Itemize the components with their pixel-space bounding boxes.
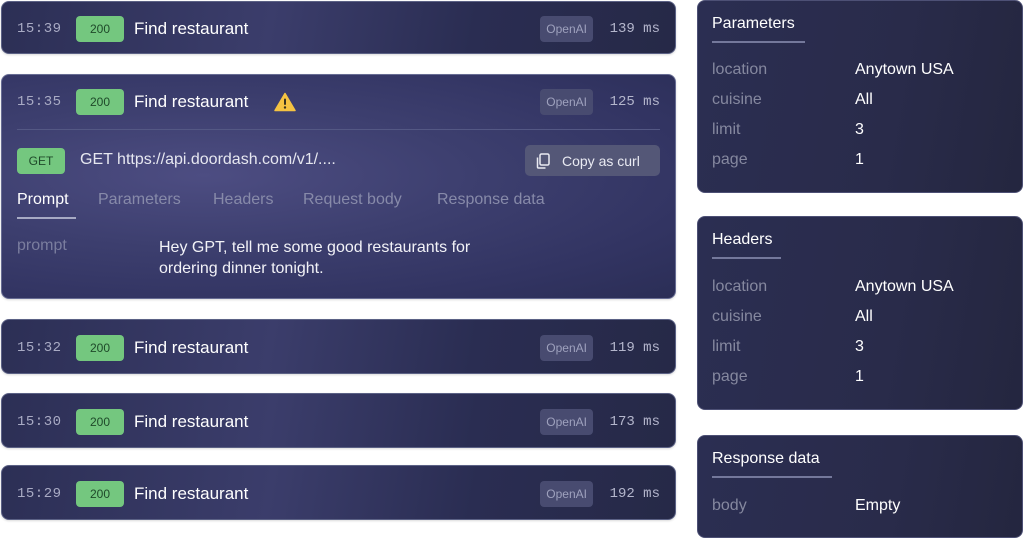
prompt-value: Hey GPT, tell me some good restaurants f… — [159, 239, 471, 277]
warning-triangle-icon — [274, 92, 296, 112]
tab-response-data[interactable]: Response data — [437, 191, 545, 209]
param-key: limit — [712, 121, 741, 138]
provider-badge: OpenAI — [540, 15, 593, 42]
header-value: 1 — [855, 368, 864, 385]
panel-title: Headers — [712, 231, 773, 248]
param-value: 3 — [855, 121, 864, 138]
panel-title-underline — [712, 257, 781, 259]
request-title: Find restaurant — [134, 92, 249, 111]
panel-title-underline — [712, 41, 805, 43]
tab-headers[interactable]: Headers — [213, 191, 273, 209]
status-badge: 200 — [76, 334, 124, 361]
provider-badge: OpenAI — [540, 408, 593, 435]
param-key: cuisine — [712, 91, 762, 108]
request-latency: 139 ms — [609, 20, 660, 37]
response-key: body — [712, 497, 747, 514]
request-title: Find restaurant — [134, 483, 249, 503]
tab-prompt[interactable]: Prompt — [17, 191, 69, 209]
panel-title: Parameters — [712, 15, 795, 32]
request-row[interactable]: 15:29 200 Find restaurant OpenAI 192 ms — [1, 465, 676, 520]
request-title: Find restaurant — [134, 411, 249, 431]
param-key: location — [712, 61, 768, 78]
request-title: Find restaurant — [134, 337, 249, 357]
request-latency: 119 ms — [609, 339, 660, 356]
status-badge: 200 — [76, 15, 124, 42]
request-url: GET https://api.doordash.com/v1/.... — [80, 151, 336, 168]
header-key: page — [712, 368, 748, 385]
panel-title-underline — [712, 476, 832, 478]
status-badge: 200 — [76, 89, 124, 115]
request-time: 15:39 — [17, 20, 62, 37]
request-latency: 125 ms — [609, 94, 660, 110]
provider-badge: OpenAI — [540, 334, 593, 361]
headers-panel: Headers location Anytown USA cuisine All… — [697, 216, 1023, 410]
header-key: cuisine — [712, 308, 762, 325]
provider-badge: OpenAI — [540, 89, 593, 115]
request-row[interactable]: 15:32 200 Find restaurant OpenAI 119 ms — [1, 319, 676, 374]
tab-request-body[interactable]: Request body — [303, 191, 402, 209]
param-value: All — [855, 91, 873, 108]
prompt-key: prompt — [17, 237, 67, 254]
param-value: 1 — [855, 151, 864, 168]
request-latency: 192 ms — [609, 485, 660, 502]
header-key: limit — [712, 338, 741, 355]
divider — [17, 129, 660, 130]
request-row[interactable]: 15:39 200 Find restaurant OpenAI 139 ms — [1, 1, 676, 54]
provider-badge: OpenAI — [540, 480, 593, 507]
header-value: All — [855, 308, 873, 325]
request-row-header[interactable]: 15:35 200 Find restaurant OpenAI 125 ms — [2, 75, 675, 129]
request-time: 15:29 — [17, 485, 62, 502]
copy-as-curl-button[interactable]: Copy as curl — [525, 145, 660, 176]
request-title: Find restaurant — [134, 18, 249, 38]
request-row[interactable]: 15:30 200 Find restaurant OpenAI 173 ms — [1, 393, 676, 448]
copy-as-curl-label: Copy as curl — [562, 152, 640, 169]
header-value: Anytown USA — [855, 278, 954, 295]
request-time: 15:35 — [17, 94, 62, 110]
request-time: 15:30 — [17, 413, 62, 430]
request-time: 15:32 — [17, 339, 62, 356]
copy-icon — [536, 152, 550, 169]
response-value: Empty — [855, 497, 901, 514]
param-key: page — [712, 151, 748, 168]
status-badge: 200 — [76, 480, 124, 507]
active-tab-indicator — [17, 217, 76, 219]
status-badge: 200 — [76, 408, 124, 435]
header-value: 3 — [855, 338, 864, 355]
request-row-expanded[interactable]: 15:35 200 Find restaurant OpenAI 125 ms … — [1, 74, 676, 299]
panel-title: Response data — [712, 450, 820, 467]
tab-parameters[interactable]: Parameters — [98, 191, 181, 209]
response-data-panel: Response data body Empty — [697, 435, 1023, 538]
header-key: location — [712, 278, 768, 295]
method-badge: GET — [17, 148, 65, 174]
param-value: Anytown USA — [855, 61, 954, 78]
parameters-panel: Parameters location Anytown USA cuisine … — [697, 0, 1023, 193]
request-latency: 173 ms — [609, 413, 660, 430]
